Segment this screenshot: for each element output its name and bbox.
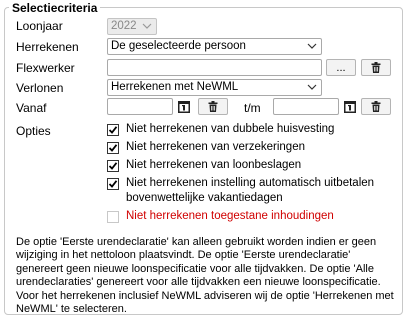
tm-calendar-button[interactable]	[342, 98, 358, 115]
herrekenen-select[interactable]: De geselecteerde persoon	[107, 38, 322, 55]
trash-icon	[371, 62, 381, 73]
section-legend: Selectiecriteria	[9, 1, 101, 15]
verlonen-select[interactable]: Herrekenen met NeWML	[107, 79, 322, 96]
flexwerker-label: Flexwerker	[16, 61, 75, 75]
checkmark-icon	[108, 126, 118, 134]
chevron-down-icon	[142, 23, 152, 29]
tm-delete-button[interactable]	[361, 98, 391, 115]
loonjaar-select[interactable]: 2022	[107, 18, 157, 35]
option-label-loonbeslagen: Niet herrekenen van loonbeslagen	[126, 159, 302, 171]
loonjaar-value: 2022	[111, 20, 137, 32]
flexwerker-delete-button[interactable]	[361, 59, 391, 76]
checkmark-icon	[108, 162, 118, 170]
herrekenen-label: Herrekenen	[16, 40, 79, 54]
tm-label: t/m	[244, 101, 261, 115]
flexwerker-browse-button[interactable]: ...	[326, 59, 356, 76]
tm-input[interactable]	[273, 98, 339, 115]
calendar-icon	[344, 100, 356, 113]
browse-label: ...	[336, 61, 346, 74]
flexwerker-input[interactable]	[107, 59, 322, 76]
vanaf-input[interactable]	[107, 98, 173, 115]
option-checkbox-automatisch-uitbetalen[interactable]	[107, 178, 119, 190]
option-checkbox-dubbele-huisvesting[interactable]	[107, 124, 119, 136]
checkmark-icon	[108, 144, 118, 152]
trash-icon	[208, 101, 218, 112]
chevron-down-icon	[307, 84, 317, 90]
checkmark-icon	[108, 180, 118, 188]
option-label-toegestane-inhoudingen: Niet herrekenen toegestane inhoudingen	[126, 210, 334, 222]
verlonen-value: Herrekenen met NeWML	[111, 81, 239, 93]
option-label-automatisch-uitbetalen: Niet herrekenen instelling automatisch u…	[126, 177, 375, 189]
vanaf-calendar-button[interactable]	[176, 98, 192, 115]
opties-label: Opties	[16, 124, 51, 138]
trash-icon	[371, 101, 381, 112]
option-label-dubbele-huisvesting: Niet herrekenen van dubbele huisvesting	[126, 123, 335, 135]
option-checkbox-toegestane-inhoudingen[interactable]	[107, 211, 119, 223]
vanaf-label: Vanaf	[16, 101, 47, 115]
herrekenen-value: De geselecteerde persoon	[111, 40, 246, 52]
option-checkbox-verzekeringen[interactable]	[107, 142, 119, 154]
verlonen-label: Verlonen	[16, 81, 64, 95]
vanaf-delete-button[interactable]	[198, 98, 228, 115]
chevron-down-icon	[307, 43, 317, 49]
option-label-verzekeringen: Niet herrekenen van verzekeringen	[126, 141, 305, 153]
option-checkbox-loonbeslagen[interactable]	[107, 160, 119, 172]
info-text: De optie 'Eerste urendeclaratie' kan all…	[16, 236, 394, 316]
loonjaar-label: Loonjaar	[16, 19, 63, 33]
calendar-icon	[178, 100, 190, 113]
option-label-automatisch-uitbetalen-line2: bovenwettelijke vakantiedagen	[126, 192, 283, 204]
